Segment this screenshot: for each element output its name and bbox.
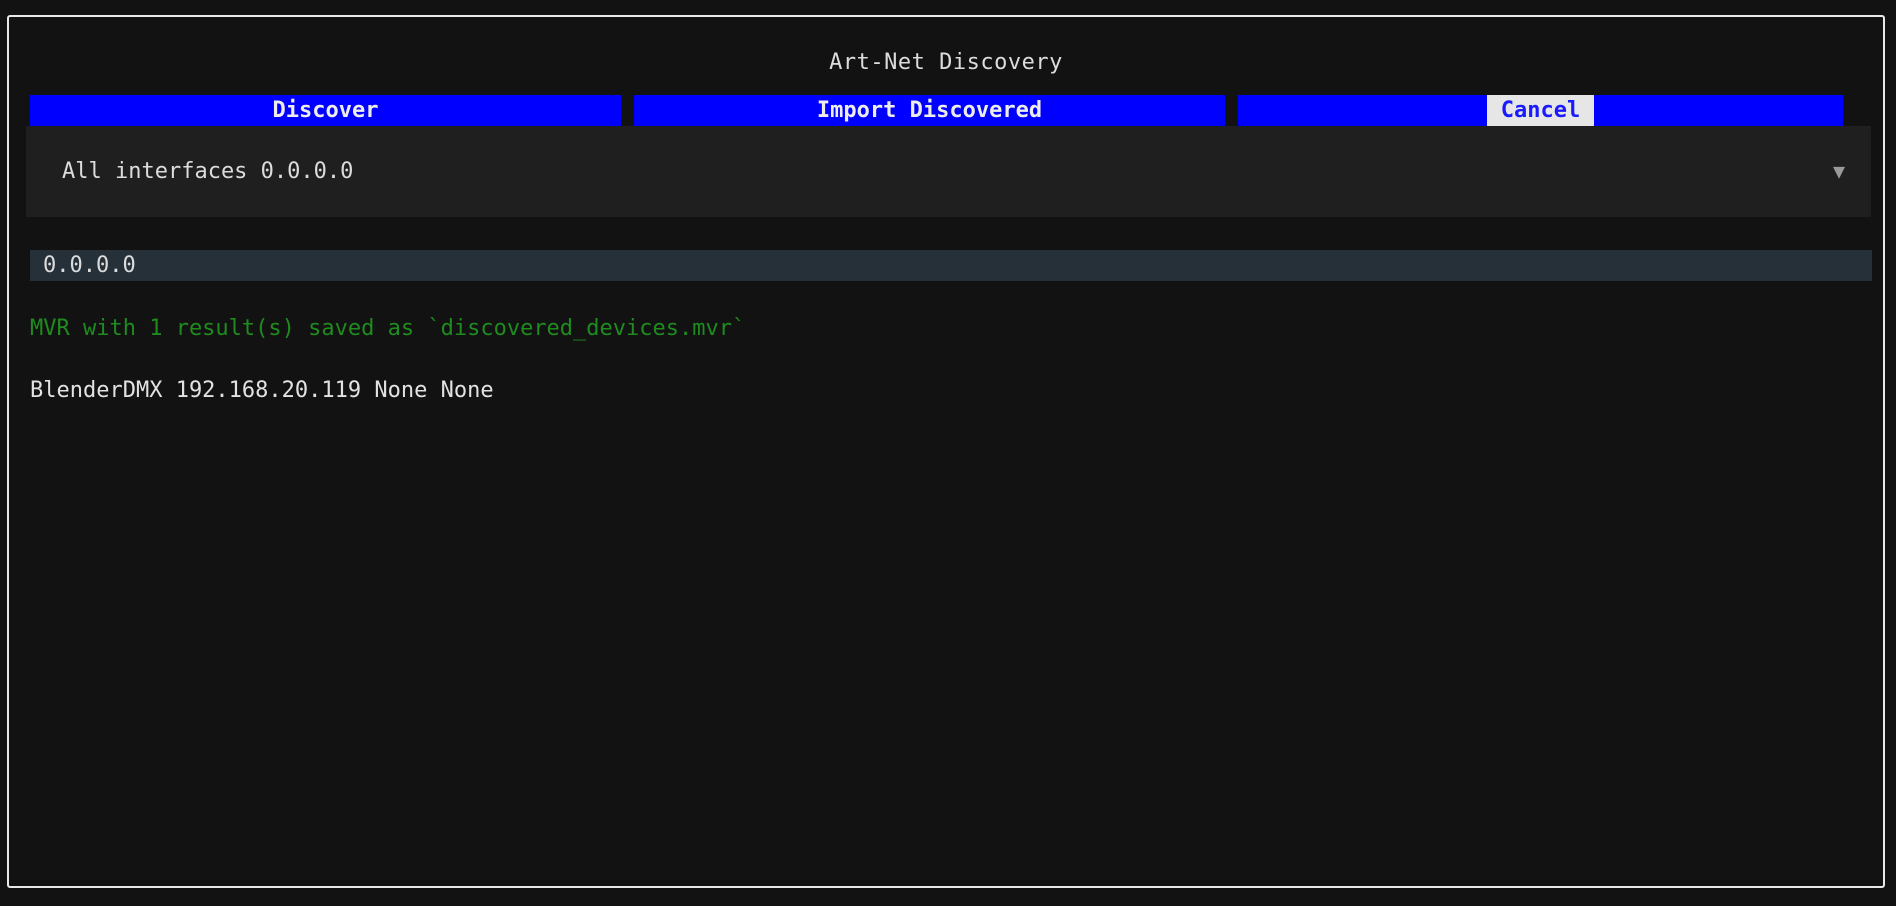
cancel-button[interactable]: Cancel	[1238, 95, 1843, 126]
list-item: BlenderDMX 192.168.20.119 None None	[30, 378, 494, 403]
dialog-title: Art-Net Discovery	[829, 50, 1063, 75]
import-discovered-button[interactable]: Import Discovered	[634, 95, 1225, 126]
status-message: MVR with 1 result(s) saved as `discovere…	[30, 316, 746, 341]
interface-select-value: All interfaces 0.0.0.0	[62, 159, 354, 184]
interface-select[interactable]: All interfaces 0.0.0.0 ▼	[26, 126, 1871, 217]
triangle-down-icon[interactable]: ▼	[1833, 126, 1845, 217]
discovery-dialog: Art-Net Discovery Discover Import Discov…	[7, 15, 1885, 888]
cancel-button-label[interactable]: Cancel	[1486, 95, 1595, 126]
address-input[interactable]	[30, 250, 1872, 281]
discover-button[interactable]: Discover	[30, 95, 621, 126]
